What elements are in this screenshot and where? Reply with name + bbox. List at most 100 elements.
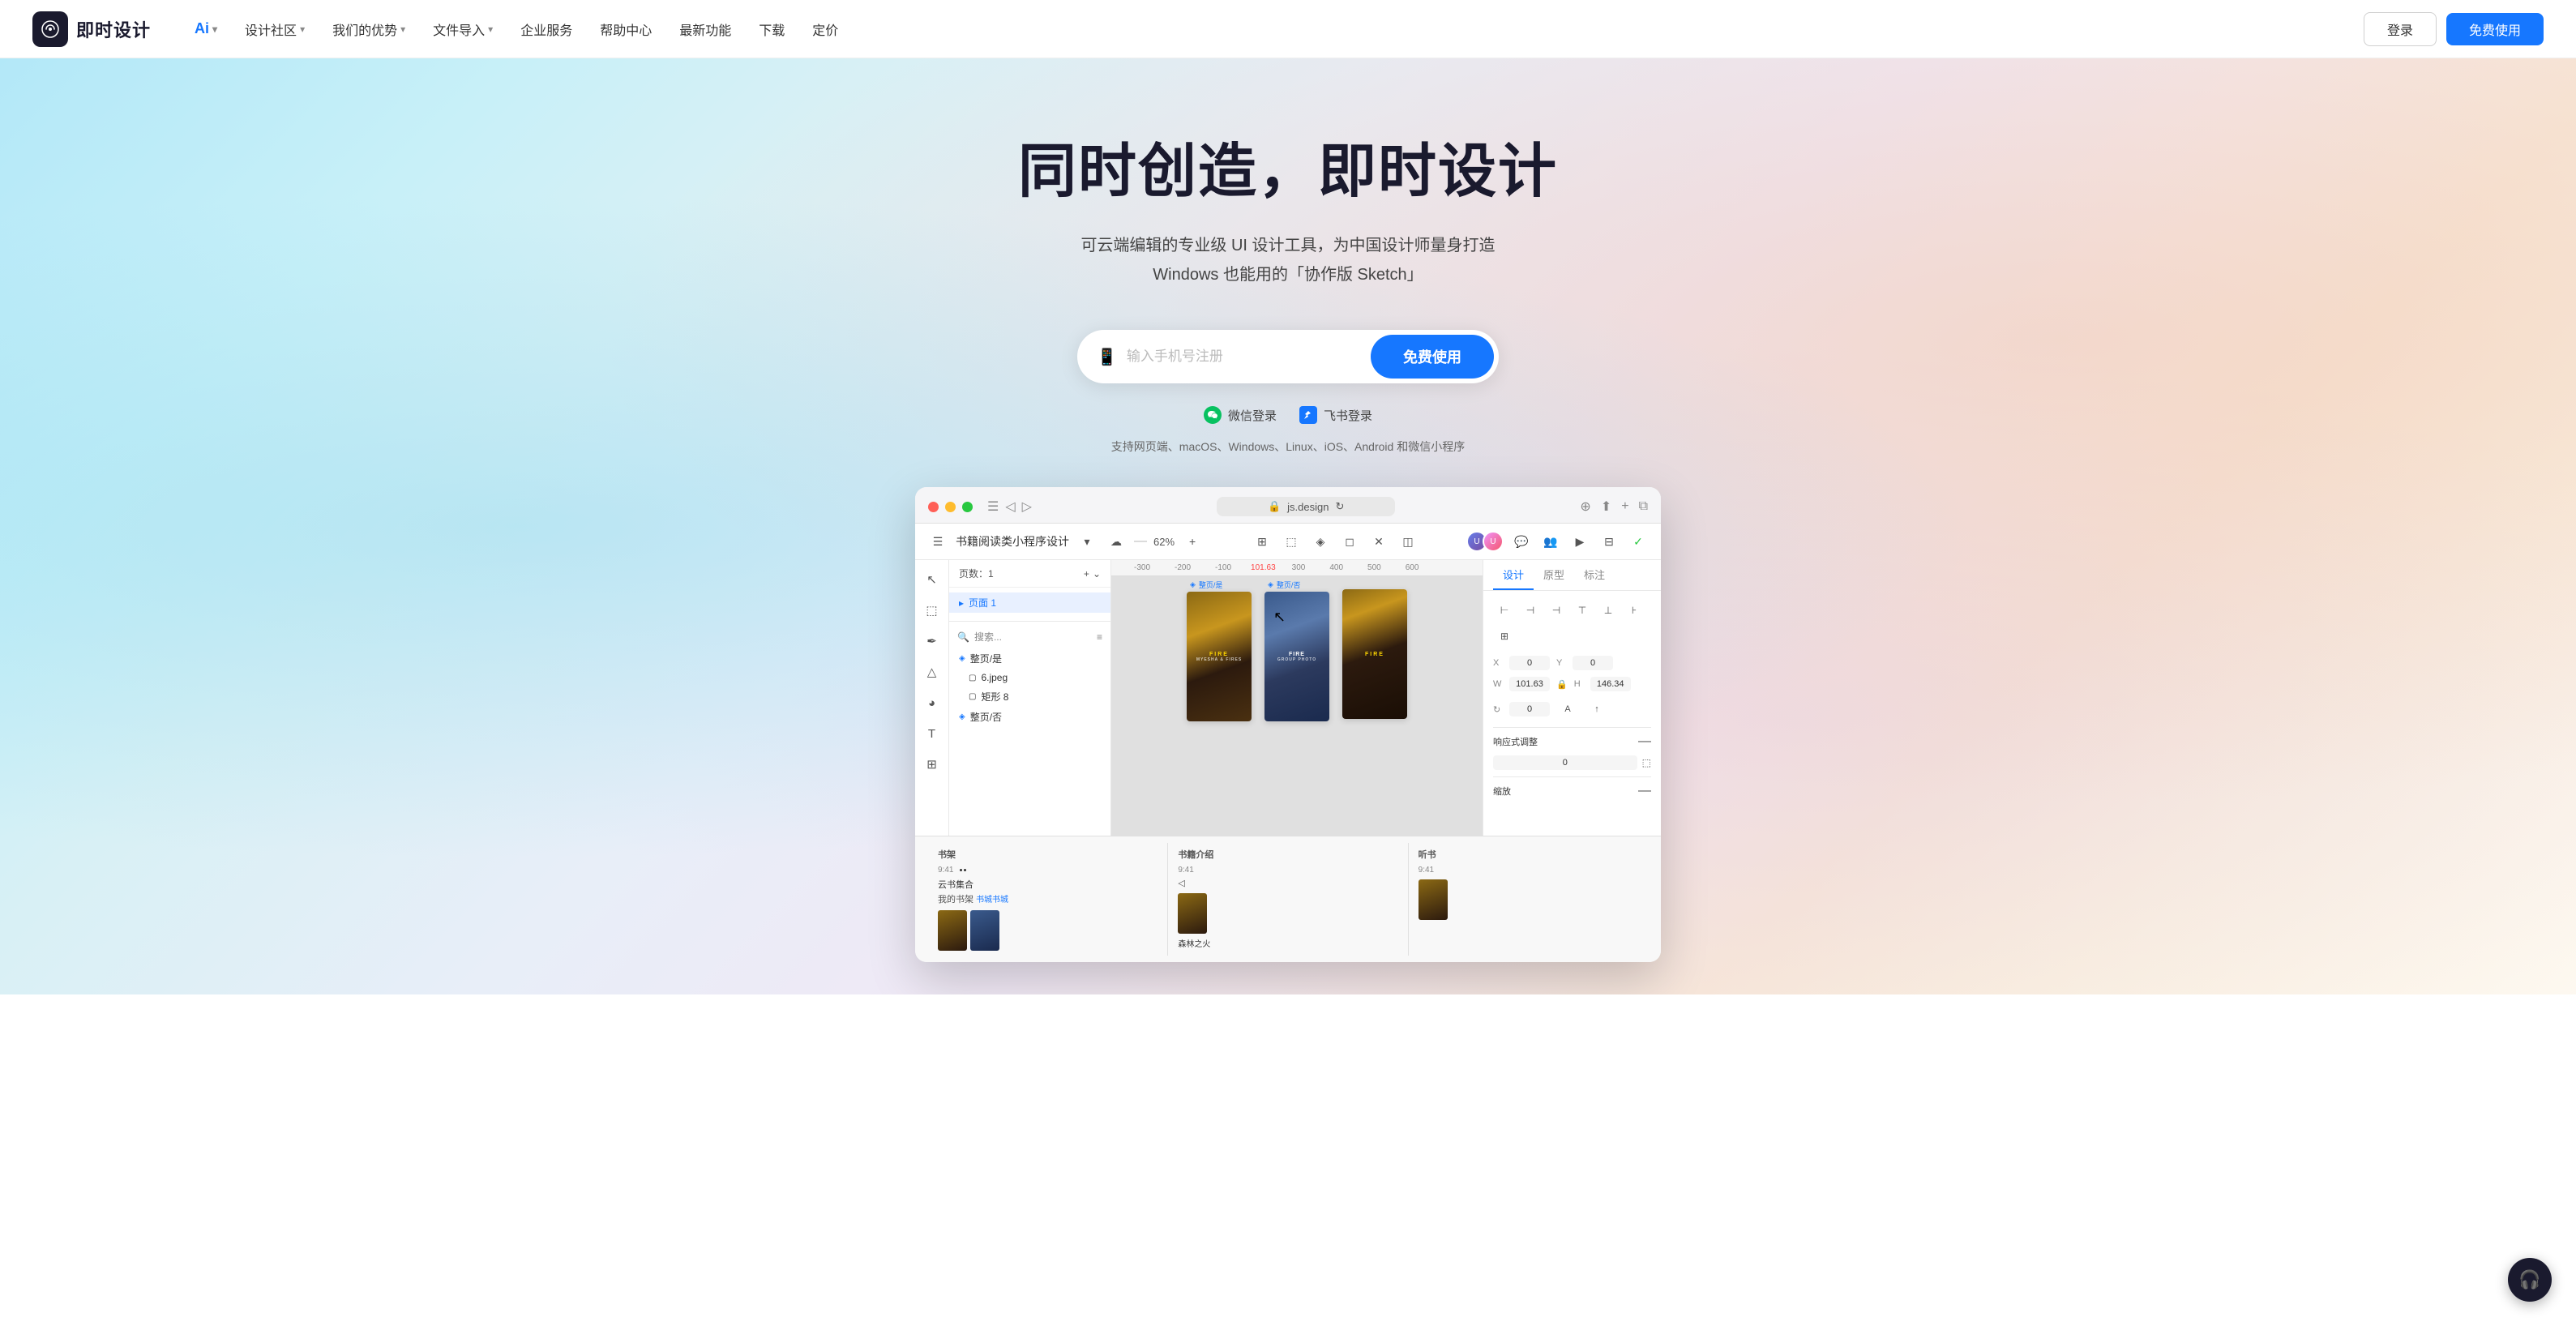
w-label: W [1493,679,1503,689]
layer-item-1[interactable]: ◈ 整页/是 [949,648,1110,669]
feishu-login-item[interactable]: 飞书登录 [1299,406,1372,424]
scale-expand-icon[interactable]: ⬚ [1642,757,1651,768]
app-content: ↖ ⬚ ✒ △ ◕ T ⊞ 页数：1 + ⌄ ▸ [915,560,1661,836]
url-bar: 🔒 js.design ↻ [1038,497,1573,516]
align-right-icon[interactable]: ⊣ [1545,599,1568,622]
paint-tool[interactable]: ◕ [919,690,945,716]
new-tab-icon[interactable]: + [1621,499,1628,514]
project-dropdown-button[interactable]: ▾ [1076,530,1098,553]
export-icon[interactable]: ⊟ [1598,530,1620,553]
free-use-button[interactable]: 免费使用 [2446,13,2544,45]
align-top-icon[interactable]: ⊤ [1571,599,1594,622]
y-value[interactable]: 0 [1573,656,1613,670]
pen-icon[interactable]: ✕ [1367,530,1390,553]
comments-icon[interactable]: 💬 [1510,530,1533,553]
scale-value[interactable]: 0 [1493,755,1637,770]
close-window-button[interactable] [928,502,939,512]
align-center-h-icon[interactable]: ⊣ [1519,599,1542,622]
back-icon[interactable]: ◁ [1005,498,1015,515]
left-tools-panel: ↖ ⬚ ✒ △ ◕ T ⊞ [915,560,949,836]
add-page-button[interactable]: + [1084,568,1089,580]
zoom-add-button[interactable]: + [1181,530,1204,553]
nav-community[interactable]: 设计社区 ▾ [233,13,316,45]
copy-icon[interactable]: ⧉ [1639,499,1648,514]
project-name: 书籍阅读类小程序设计 [956,533,1069,550]
flip-v-icon[interactable]: ↑ [1585,698,1608,721]
login-button[interactable]: 登录 [2364,12,2437,46]
minus-icon[interactable]: — [1638,734,1651,749]
distribute-icon[interactable]: ⊞ [1493,625,1516,648]
grid-icon[interactable]: ⊞ [1251,530,1273,553]
align-bottom-icon[interactable]: ⊦ [1623,599,1645,622]
frame-icon[interactable]: ⬚ [1280,530,1303,553]
wechat-icon [1204,406,1222,424]
nav-features[interactable]: 最新功能 [668,13,742,45]
filter-icon[interactable]: ≡ [1097,631,1102,643]
app-toolbar: ☰ 书籍阅读类小程序设计 ▾ ☁ — 62% + ⊞ ⬚ ◈ ◻ ✕ ◫ U U [915,524,1661,560]
scale-label-row: 缩放 — [1493,784,1651,798]
rotation-value[interactable]: 0 [1509,702,1550,716]
check-icon[interactable]: ✓ [1627,530,1650,553]
app-bottom-bar: 书架 9:41 云书集合 我的书架 书城书城 书籍介绍 9:41 [915,836,1661,962]
h-value[interactable]: 146.34 [1590,677,1631,691]
layer-item-4[interactable]: ◈ 整页/否 [949,707,1110,727]
align-left-icon[interactable]: ⊢ [1493,599,1516,622]
users-icon[interactable]: 👥 [1539,530,1562,553]
platform-support: 支持网页端、macOS、Windows、Linux、iOS、Android 和微… [1111,438,1465,455]
menu-button[interactable]: ☰ [926,530,949,553]
canvas-frame-3[interactable]: FIRE [1342,589,1407,719]
screenshot-icon[interactable]: ⊕ [1580,498,1590,515]
canvas-frame-2[interactable]: FIRE GROUP PHOTO [1264,592,1329,721]
canvas-frame-1[interactable]: FIRE MYESHA & FIRES [1187,592,1252,721]
refresh-icon[interactable]: ↻ [1335,500,1344,513]
nav-ai[interactable]: Ai ▾ [183,14,229,44]
sidebar-toggle-icon[interactable]: ☰ [987,498,999,515]
hero-cta-button[interactable]: 免费使用 [1371,335,1494,379]
canvas-area[interactable]: -300 -200 -100 101.63 300 400 500 600 ◈ … [1111,560,1483,836]
forward-icon[interactable]: ▷ [1022,498,1032,515]
lock-ratio-icon[interactable]: 🔒 [1556,679,1568,690]
flip-h-icon[interactable]: A [1556,698,1579,721]
layer-item-3[interactable]: ▢ 矩形 8 [949,687,1110,707]
toolbar-left: ☰ 书籍阅读类小程序设计 ▾ ☁ — 62% + [926,530,1204,553]
support-button[interactable]: 🎧 [2508,1258,2552,1302]
select-tool[interactable]: ↖ [919,567,945,592]
import-chevron-icon: ▾ [488,24,493,35]
toolbar-right: U U 💬 👥 ▶ ⊟ ✓ [1466,530,1650,553]
page-options-icon[interactable]: ⌄ [1093,568,1101,580]
draw-tool-icon[interactable]: ◻ [1338,530,1361,553]
cloud-status-icon: ☁ [1105,530,1128,553]
tab-prototype[interactable]: 原型 [1534,560,1574,590]
nav-pricing[interactable]: 定价 [801,13,849,45]
maximize-window-button[interactable] [962,502,973,512]
phone-input[interactable] [1127,349,1371,365]
nav-help[interactable]: 帮助中心 [588,13,663,45]
align-middle-icon[interactable]: ⊥ [1597,599,1620,622]
w-value[interactable]: 101.63 [1509,677,1550,691]
tab-design[interactable]: 设计 [1493,560,1534,590]
shape-tool[interactable]: △ [919,659,945,685]
responsive-row: 响应式调整 — [1493,734,1651,749]
url-display[interactable]: 🔒 js.design ↻ [1217,497,1395,516]
nav-import[interactable]: 文件导入 ▾ [421,13,504,45]
scale-minus-icon[interactable]: — [1638,784,1651,798]
text-tool[interactable]: T [919,721,945,746]
layer-page1[interactable]: ▸ 页面 1 [949,592,1110,613]
mask-icon[interactable]: ◫ [1397,530,1419,553]
tab-mark[interactable]: 标注 [1574,560,1615,590]
minimize-window-button[interactable] [945,502,956,512]
wechat-login-item[interactable]: 微信登录 [1204,406,1277,424]
frame-tool[interactable]: ⬚ [919,597,945,623]
brand-logo[interactable]: 即时设计 [32,11,151,47]
x-value[interactable]: 0 [1509,656,1550,670]
share-icon[interactable]: ⬆ [1601,498,1611,515]
nav-download[interactable]: 下载 [747,13,796,45]
pen-tool[interactable]: ✒ [919,628,945,654]
component-icon[interactable]: ◈ [1309,530,1332,553]
image-tool[interactable]: ⊞ [919,751,945,777]
play-icon[interactable]: ▶ [1568,530,1591,553]
intro-section: 书籍介绍 9:41 ◁ 森林之火 [1168,843,1408,956]
nav-enterprise[interactable]: 企业服务 [509,13,584,45]
layer-item-2[interactable]: ▢ 6.jpeg [949,669,1110,687]
nav-advantages[interactable]: 我们的优势 ▾ [321,13,417,45]
